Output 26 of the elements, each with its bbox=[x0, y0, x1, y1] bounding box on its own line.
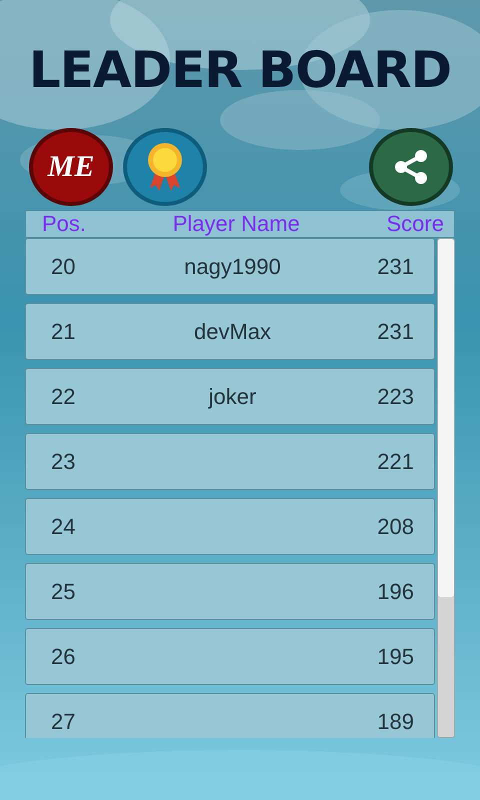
position-text: 21 bbox=[51, 318, 76, 344]
position-text: 24 bbox=[51, 514, 76, 540]
score-text: 223 bbox=[376, 384, 414, 410]
score-text: 221 bbox=[376, 448, 414, 474]
column-header: Pos. bbox=[42, 211, 86, 237]
column-header: Player Name bbox=[172, 211, 300, 237]
position-text: 27 bbox=[51, 708, 76, 734]
position-text: 22 bbox=[51, 384, 76, 410]
position-text: 26 bbox=[51, 644, 76, 670]
position-text: 20 bbox=[51, 254, 76, 280]
score-text: 208 bbox=[376, 514, 414, 540]
position-text: 25 bbox=[51, 578, 76, 604]
player-name: joker bbox=[208, 384, 256, 408]
player-name: nagy1990 bbox=[184, 254, 281, 278]
scrollbar-thumb[interactable] bbox=[438, 239, 454, 597]
title: LEADER BOARD bbox=[28, 40, 452, 101]
score-text: 231 bbox=[376, 318, 414, 344]
scrollbar[interactable] bbox=[437, 238, 455, 738]
column-header: Score bbox=[386, 211, 444, 237]
rosette-icon bbox=[145, 142, 185, 192]
score-text: 195 bbox=[376, 644, 414, 670]
position-text: 23 bbox=[51, 448, 76, 474]
score-text: 189 bbox=[376, 708, 414, 734]
player-name: devMax bbox=[194, 318, 272, 344]
score-text: 231 bbox=[376, 254, 414, 280]
score-text: 196 bbox=[376, 578, 414, 604]
